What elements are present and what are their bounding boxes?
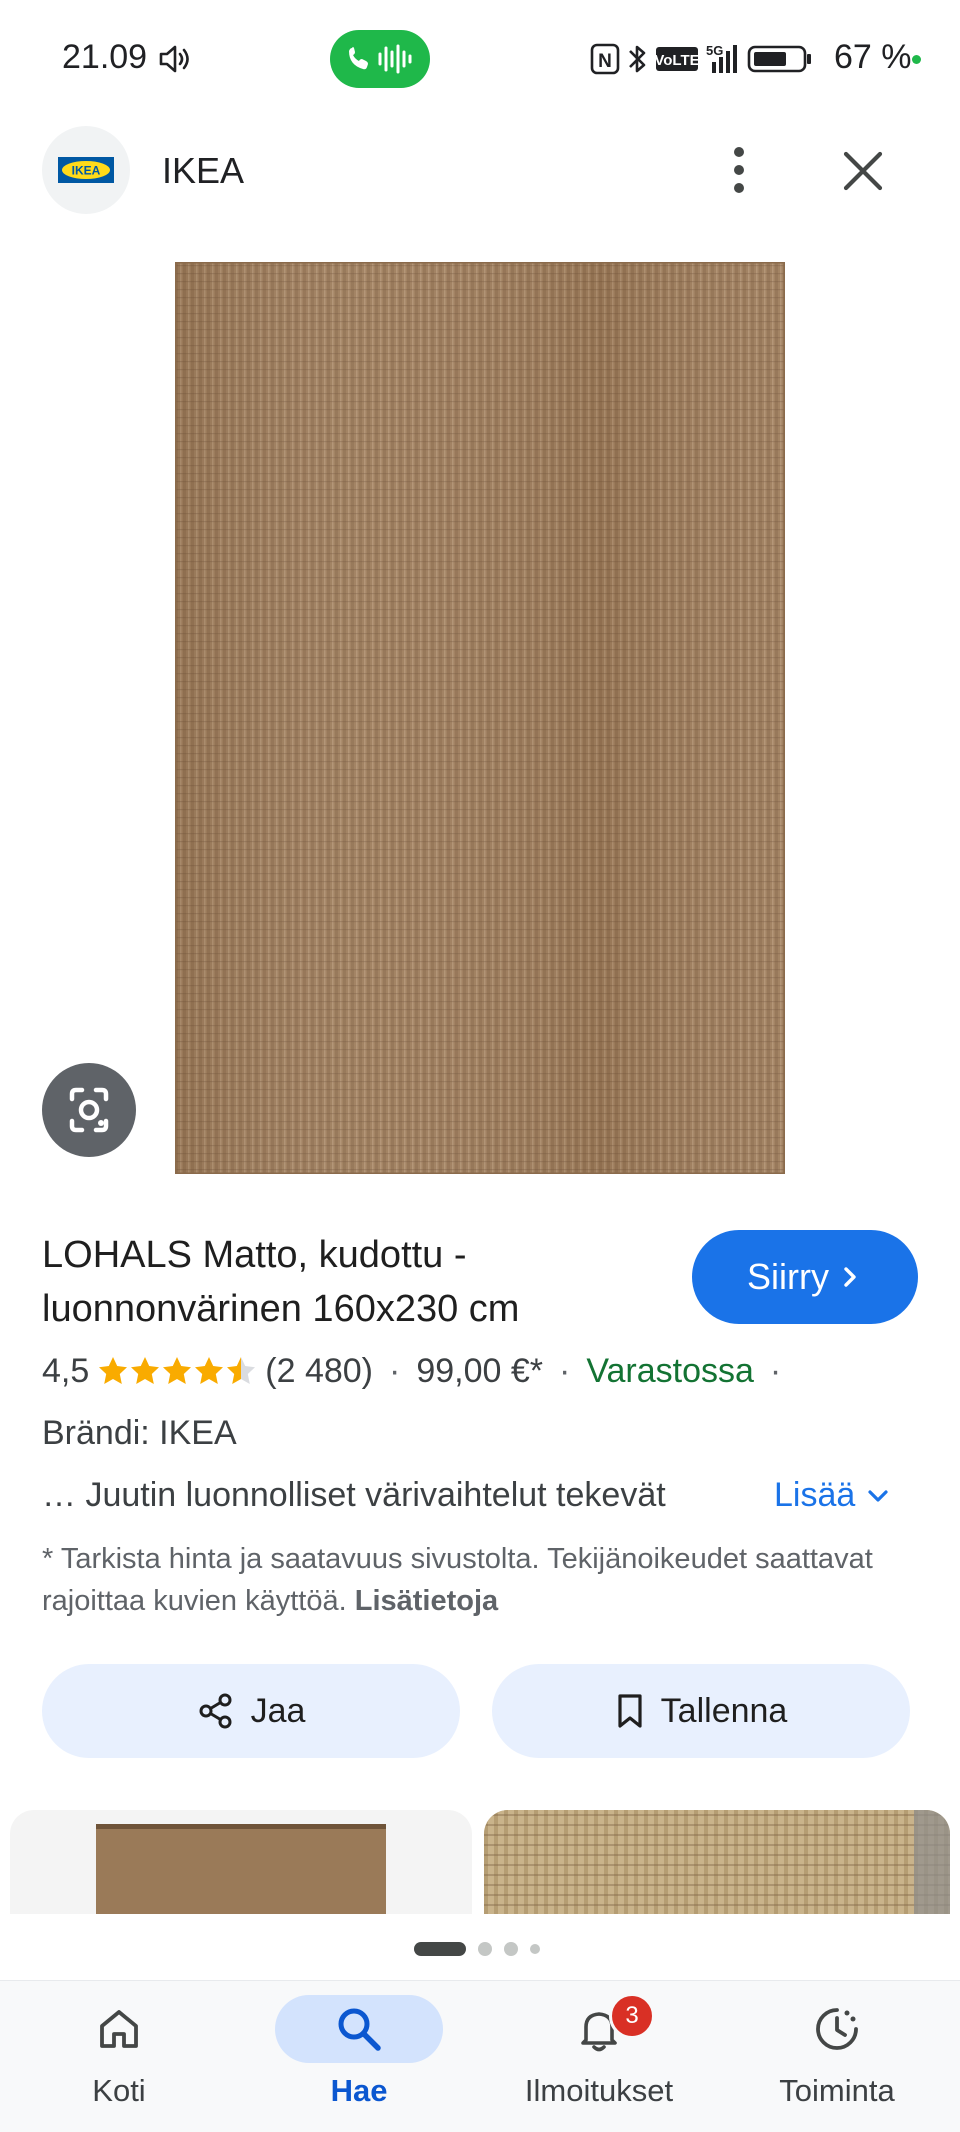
pager-dot-active[interactable]: [414, 1942, 466, 1956]
ikea-logo: IKEA: [58, 157, 114, 183]
visit-button-label: Siirry: [747, 1256, 829, 1297]
nav-activity-icon-wrap: [753, 1995, 921, 2063]
nfc-text: N: [598, 51, 612, 72]
brand: Brändi: IKEA: [42, 1414, 237, 1452]
price: 99,00 €*: [416, 1351, 543, 1390]
review-count[interactable]: (2 480): [265, 1352, 373, 1391]
visit-site-button[interactable]: Siirry: [692, 1230, 918, 1324]
save-label: Tallenna: [660, 1691, 788, 1730]
bottom-navigation: Koti Hae 3 Ilmoitukset Toiminta: [0, 1980, 960, 2132]
logo-text: IKEA: [72, 164, 101, 178]
nav-notifications-icon-wrap: 3: [515, 1993, 683, 2063]
nav-search-icon-wrap: [275, 1995, 443, 2063]
signal-icon: 5G: [706, 43, 737, 73]
learn-more-link[interactable]: Lisätietoja: [355, 1585, 498, 1617]
pager-dot[interactable]: [504, 1942, 518, 1956]
site-name: IKEA: [162, 150, 245, 191]
star-rating: [97, 1355, 257, 1387]
nav-home-icon-wrap: [35, 1995, 203, 2063]
star-icon: [163, 1357, 192, 1384]
disclaimer: * Tarkista hinta ja saatavuus sivustolta…: [42, 1538, 922, 1622]
nav-search-label: Hae: [330, 2073, 388, 2108]
description-snippet: … Juutin luonnolliset värivaihtelut teke…: [42, 1476, 666, 1514]
share-label: Jaa: [250, 1691, 306, 1730]
share-button[interactable]: Jaa: [42, 1664, 460, 1758]
star-icon: [195, 1357, 224, 1384]
chevron-down-icon: [868, 1489, 888, 1502]
ongoing-call-pill[interactable]: [330, 30, 430, 88]
search-icon: [338, 2008, 381, 2051]
volte-icon: VoLTE: [654, 47, 700, 71]
rating-value: 4,5: [42, 1351, 90, 1390]
nav-activity[interactable]: Toiminta: [742, 1995, 932, 2125]
product-image[interactable]: [175, 262, 785, 1174]
bookmark-icon: [618, 1694, 642, 1728]
activity-icon: [816, 2008, 858, 2050]
separator-dot: ·: [559, 1351, 571, 1390]
save-button[interactable]: Tallenna: [492, 1664, 910, 1758]
google-lens-icon: [69, 1087, 109, 1133]
rug-closeup-thumbnail: [484, 1810, 950, 1916]
description-row: … Juutin luonnolliset värivaihtelut teke…: [42, 1476, 922, 1528]
separator-dot: ·: [769, 1351, 782, 1390]
home-icon: [100, 2010, 138, 2048]
pager-dot[interactable]: [478, 1942, 492, 1956]
battery-icon: [747, 45, 811, 73]
more-vert-icon[interactable]: [722, 144, 756, 196]
nav-notifications[interactable]: 3 Ilmoitukset: [504, 1993, 694, 2125]
nav-search[interactable]: Hae: [264, 1995, 454, 2125]
network-5g-text: 5G: [706, 43, 723, 58]
more-button[interactable]: Lisää: [774, 1476, 891, 1515]
more-label: Lisää: [774, 1476, 856, 1514]
status-icons: N VoLTE 5G: [590, 43, 811, 75]
share-icon: [199, 1693, 232, 1729]
rating-row: 4,5 (2 480) · 99,00 €* · Varastossa ·: [42, 1346, 942, 1396]
nav-home-label: Koti: [92, 2073, 146, 2108]
star-icon: [99, 1357, 128, 1384]
related-image-2[interactable]: [484, 1810, 950, 1916]
volte-text: VoLTE: [654, 52, 699, 69]
status-time: 21.09: [62, 38, 148, 76]
close-icon[interactable]: [840, 148, 886, 194]
star-icon: [227, 1357, 256, 1384]
pager-dot[interactable]: [530, 1944, 540, 1954]
call-icon: [349, 44, 412, 74]
star-icon: [131, 1357, 160, 1384]
battery-percentage: 67 %: [834, 38, 912, 76]
nfc-icon: N: [590, 43, 620, 75]
site-logo[interactable]: IKEA: [42, 126, 130, 214]
privacy-indicator-dot: [912, 55, 921, 64]
related-image-1[interactable]: [10, 1810, 472, 1916]
nav-notifications-label: Ilmoitukset: [524, 2073, 674, 2108]
separator-dot: ·: [389, 1351, 401, 1390]
google-lens-button[interactable]: [42, 1063, 136, 1157]
sound-icon: [159, 45, 189, 73]
nav-activity-label: Toiminta: [779, 2073, 895, 2108]
product-title[interactable]: LOHALS Matto, kudottu - luonnonvärinen 1…: [42, 1228, 662, 1336]
chevron-right-icon: [844, 1267, 856, 1287]
notification-badge: 3: [609, 1993, 655, 2039]
nav-home[interactable]: Koti: [24, 1995, 214, 2125]
availability: Varastossa: [586, 1351, 754, 1390]
bluetooth-icon: [629, 45, 646, 73]
related-rug-thumbnail: [96, 1824, 386, 1916]
image-pager: [414, 1942, 540, 1956]
